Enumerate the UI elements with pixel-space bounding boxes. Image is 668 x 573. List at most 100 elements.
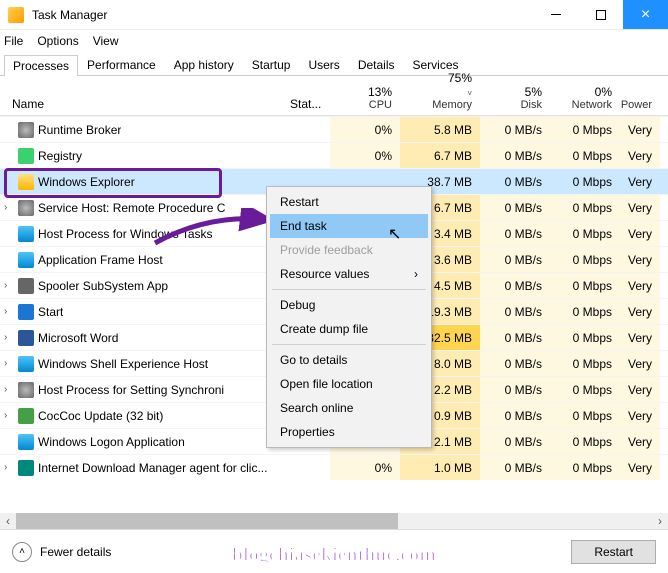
cell-network: 0 Mbps <box>550 221 620 246</box>
cell-power: Very <box>620 169 660 194</box>
tab-strip: ProcessesPerformanceApp historyStartupUs… <box>0 52 668 76</box>
cell-memory: 1.0 MB <box>400 455 480 480</box>
cell-power: Very <box>620 195 660 220</box>
ctx-search-online[interactable]: Search online <box>270 396 428 420</box>
header-name[interactable]: Name <box>0 97 290 111</box>
process-name: Host Process for Setting Synchroni <box>38 383 224 397</box>
tab-processes[interactable]: Processes <box>4 55 78 76</box>
cell-network: 0 Mbps <box>550 273 620 298</box>
ctx-resource-values[interactable]: Resource values› <box>270 262 428 286</box>
separator <box>272 289 426 290</box>
titlebar: Task Manager × <box>0 0 668 30</box>
menu-file[interactable]: File <box>4 34 23 48</box>
process-icon <box>18 200 34 216</box>
cell-power: Very <box>620 299 660 324</box>
column-headers: Name Stat... 13%CPU 75%˅Memory 5%Disk 0%… <box>0 76 668 116</box>
header-status[interactable]: Stat... <box>290 97 330 111</box>
scroll-left-icon[interactable]: ‹ <box>0 514 16 528</box>
cell-disk: 0 MB/s <box>480 351 550 376</box>
chevron-up-icon: ˄ <box>12 542 32 562</box>
expand-icon[interactable]: › <box>4 280 14 291</box>
cell-power: Very <box>620 247 660 272</box>
tab-performance[interactable]: Performance <box>78 54 165 75</box>
cell-power: Very <box>620 429 660 454</box>
process-icon <box>18 122 34 138</box>
cell-power: Very <box>620 273 660 298</box>
cell-network: 0 Mbps <box>550 169 620 194</box>
expand-icon[interactable]: › <box>4 410 14 421</box>
cell-network: 0 Mbps <box>550 455 620 480</box>
process-row[interactable]: › Internet Download Manager agent for cli… <box>0 454 668 480</box>
chevron-right-icon: › <box>414 267 418 281</box>
process-icon <box>18 408 34 424</box>
ctx-create-dump[interactable]: Create dump file <box>270 317 428 341</box>
expand-icon[interactable]: › <box>4 384 14 395</box>
header-cpu[interactable]: 13%CPU <box>330 85 400 111</box>
cell-cpu: 0% <box>330 117 400 142</box>
cell-disk: 0 MB/s <box>480 429 550 454</box>
header-power[interactable]: Power <box>620 99 660 111</box>
close-button[interactable]: × <box>623 0 668 29</box>
process-icon <box>18 148 34 164</box>
header-memory[interactable]: 75%˅Memory <box>400 71 480 111</box>
ctx-go-to-details[interactable]: Go to details <box>270 348 428 372</box>
process-name: Runtime Broker <box>38 123 121 137</box>
expand-icon[interactable]: › <box>4 202 14 213</box>
process-name: Windows Shell Experience Host <box>38 357 208 371</box>
ctx-restart[interactable]: Restart <box>270 190 428 214</box>
cell-power: Very <box>620 377 660 402</box>
ctx-debug[interactable]: Debug <box>270 293 428 317</box>
process-icon <box>18 252 34 268</box>
process-name: Internet Download Manager agent for clic… <box>38 461 267 475</box>
header-disk[interactable]: 5%Disk <box>480 85 550 111</box>
cell-network: 0 Mbps <box>550 117 620 142</box>
ctx-end-task[interactable]: End task <box>270 214 428 238</box>
process-row[interactable]: Registry0%6.7 MB0 MB/s0 MbpsVery <box>0 142 668 168</box>
window-title: Task Manager <box>32 8 533 22</box>
menu-view[interactable]: View <box>93 34 119 48</box>
process-row[interactable]: Runtime Broker0%5.8 MB0 MB/s0 MbpsVery <box>0 116 668 142</box>
cell-power: Very <box>620 403 660 428</box>
process-icon <box>18 382 34 398</box>
scrollbar-thumb[interactable] <box>16 513 398 529</box>
maximize-button[interactable] <box>578 0 623 29</box>
cell-disk: 0 MB/s <box>480 377 550 402</box>
process-name: Windows Explorer <box>38 175 135 189</box>
cell-disk: 0 MB/s <box>480 455 550 480</box>
expand-icon[interactable]: › <box>4 358 14 369</box>
ctx-provide-feedback: Provide feedback <box>270 238 428 262</box>
cell-memory: 6.7 MB <box>400 143 480 168</box>
tab-startup[interactable]: Startup <box>243 54 300 75</box>
cursor-icon: ↖ <box>388 224 401 244</box>
tab-details[interactable]: Details <box>349 54 404 75</box>
cell-power: Very <box>620 455 660 480</box>
process-icon <box>18 434 34 450</box>
expand-icon[interactable]: › <box>4 306 14 317</box>
restart-button[interactable]: Restart <box>571 540 656 564</box>
expand-icon[interactable]: › <box>4 462 14 473</box>
cell-power: Very <box>620 351 660 376</box>
tab-users[interactable]: Users <box>299 54 348 75</box>
scroll-right-icon[interactable]: › <box>652 514 668 528</box>
cell-status <box>290 117 330 142</box>
fewer-details-toggle[interactable]: ˄ Fewer details <box>12 542 111 562</box>
menu-options[interactable]: Options <box>37 34 78 48</box>
process-name: Spooler SubSystem App <box>38 279 168 293</box>
cell-cpu: 0% <box>330 143 400 168</box>
task-manager-icon <box>8 7 24 23</box>
horizontal-scrollbar[interactable]: ‹ › <box>0 513 668 529</box>
process-name: CocCoc Update (32 bit) <box>38 409 163 423</box>
minimize-button[interactable] <box>533 0 578 29</box>
ctx-properties[interactable]: Properties <box>270 420 428 444</box>
process-icon <box>18 304 34 320</box>
process-icon <box>18 174 34 190</box>
header-network[interactable]: 0%Network <box>550 85 620 111</box>
process-icon <box>18 278 34 294</box>
cell-network: 0 Mbps <box>550 143 620 168</box>
expand-icon[interactable]: › <box>4 332 14 343</box>
cell-network: 0 Mbps <box>550 325 620 350</box>
cell-disk: 0 MB/s <box>480 299 550 324</box>
tab-app-history[interactable]: App history <box>165 54 243 75</box>
ctx-open-file-location[interactable]: Open file location <box>270 372 428 396</box>
cell-network: 0 Mbps <box>550 247 620 272</box>
